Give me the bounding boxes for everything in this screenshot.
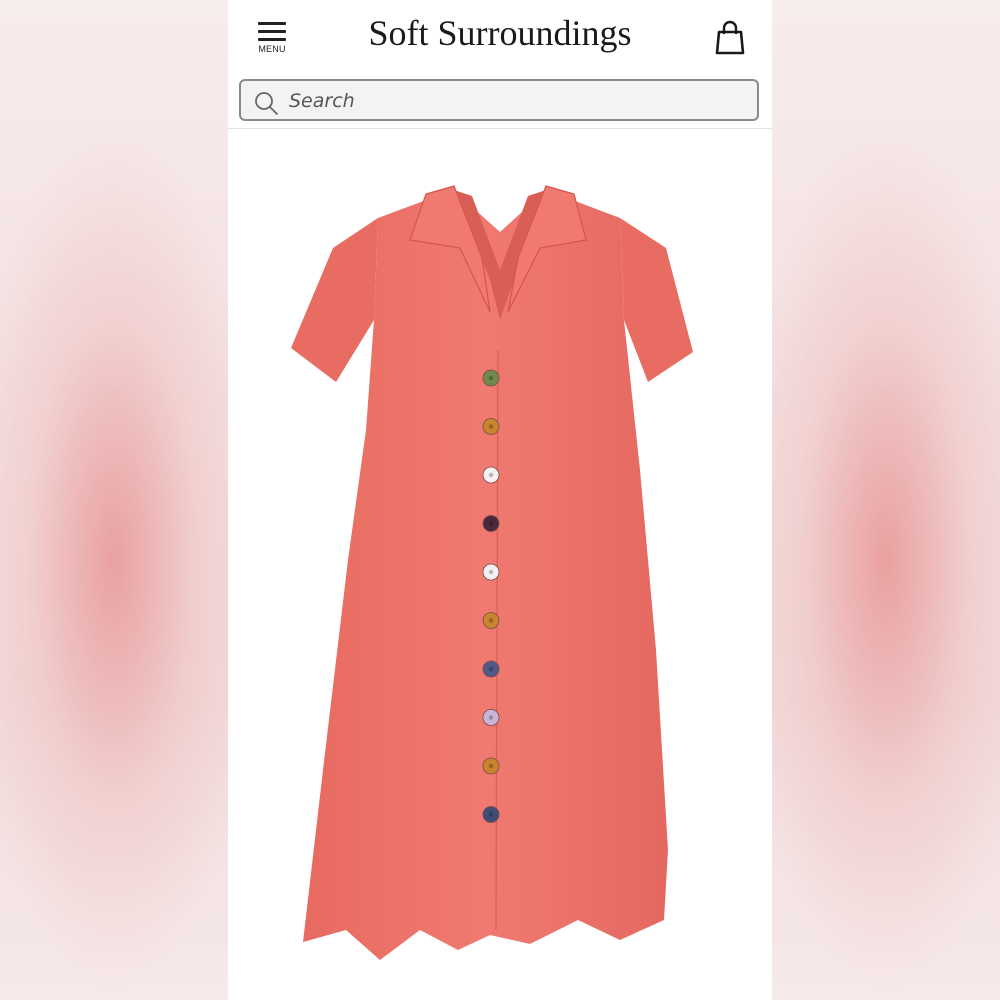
search-bar[interactable] xyxy=(239,79,759,121)
blurred-background-right xyxy=(772,0,1000,1000)
shopping-bag-button[interactable] xyxy=(714,20,746,56)
dress-button-hole xyxy=(488,618,494,623)
dress-button-hole xyxy=(488,715,494,720)
dress-button-hole xyxy=(488,812,494,817)
dress-button-hole xyxy=(488,666,494,672)
search-input[interactable] xyxy=(287,85,741,117)
dress-button-hole xyxy=(488,424,494,429)
product-image-dress[interactable] xyxy=(228,130,772,970)
dress-button-hole xyxy=(488,375,494,381)
dress-button-hole xyxy=(488,521,494,526)
mobile-page: MENU Soft Surroundings xyxy=(228,0,772,1000)
left-sleeve xyxy=(291,218,378,382)
header-divider xyxy=(228,128,772,129)
dress-button-hole xyxy=(488,472,494,478)
brand-logo[interactable]: Soft Surroundings xyxy=(228,12,772,54)
search-icon xyxy=(255,92,278,115)
site-header: MENU Soft Surroundings xyxy=(228,0,772,72)
right-sleeve xyxy=(620,218,693,382)
shopping-bag-icon xyxy=(715,20,745,55)
dress-button-hole xyxy=(488,763,494,769)
blurred-background-left xyxy=(0,0,228,1000)
dress-button-hole xyxy=(488,569,494,575)
